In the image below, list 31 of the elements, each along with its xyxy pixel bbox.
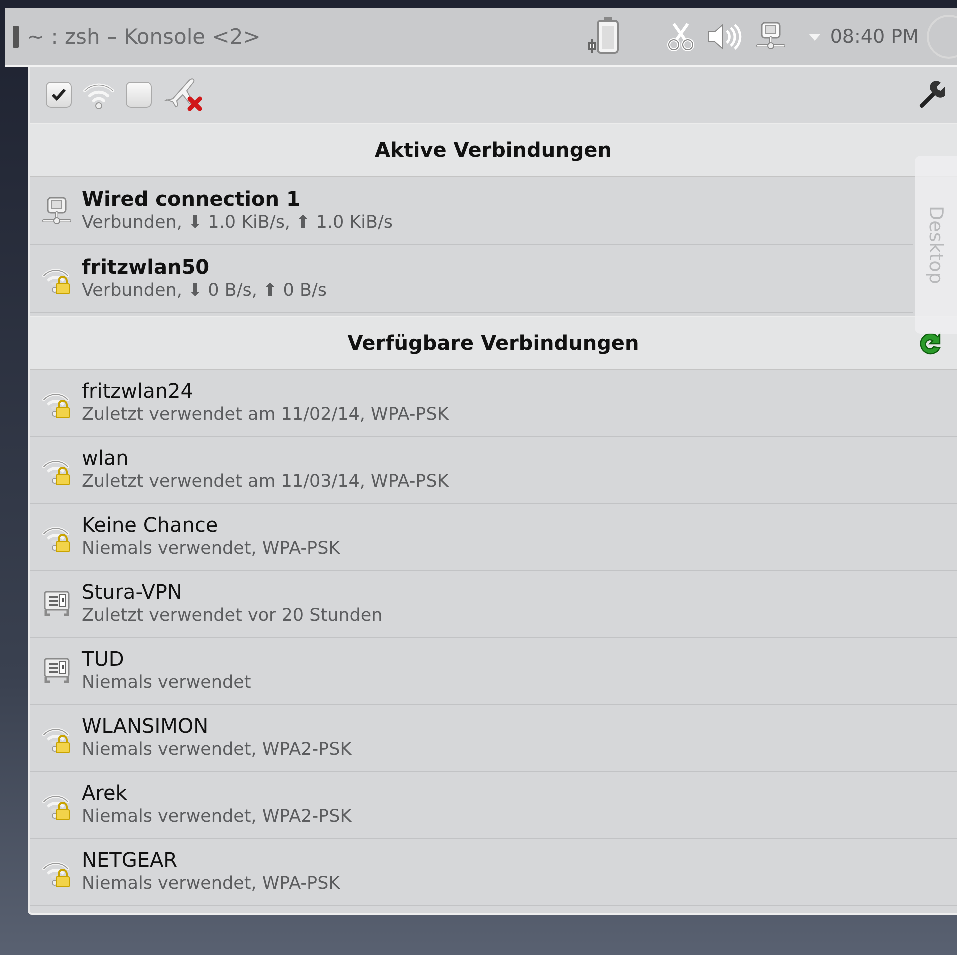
connection-status: Verbunden, ⬇ 1.0 KiB/s, ⬆ 1.0 KiB/s xyxy=(82,212,394,234)
checkbox[interactable] xyxy=(46,82,72,108)
wired-network-icon xyxy=(42,194,72,226)
connection-status: Zuletzt verwendet vor 20 Stunden xyxy=(82,605,383,628)
connection-status: Zuletzt verwendet am 11/02/14, WPA-PSK xyxy=(82,404,449,427)
connection-name: WLANSIMON xyxy=(82,714,210,738)
connection-name: Stura-VPN xyxy=(82,580,184,604)
connection-status: Verbunden, ⬇ 0 B/s, ⬆ 0 B/s xyxy=(82,280,327,302)
connection-status: Niemals verwendet, WPA-PSK xyxy=(82,873,340,896)
section-title: Verfügbare Verbindungen xyxy=(348,331,640,355)
section-title: Aktive Verbindungen xyxy=(375,138,612,162)
connection-name: fritzwlan24 xyxy=(82,379,194,403)
wrench-icon[interactable] xyxy=(919,81,945,109)
connection-name: NETGEAR xyxy=(82,848,179,872)
connection-name: Keine Chance xyxy=(82,513,220,537)
refresh-icon[interactable] xyxy=(917,331,943,357)
connection-status: Niemals verwendet xyxy=(82,672,252,695)
checkmark-icon xyxy=(51,88,67,102)
clock-text[interactable]: 08:40 PM xyxy=(830,26,919,48)
connection-status: Zuletzt verwendet am 11/03/14, WPA-PSK xyxy=(82,471,449,494)
checkbox[interactable] xyxy=(126,82,152,108)
connection-status: Niemals verwendet, WPA-PSK xyxy=(82,538,340,561)
window-icon xyxy=(13,26,19,48)
connection-status: Niemals verwendet, WPA2-PSK xyxy=(82,739,352,762)
connection-name: TUD xyxy=(82,647,126,671)
connection-name: Wired connection 1 xyxy=(82,186,302,210)
scissors-icon[interactable] xyxy=(666,20,696,52)
connection-name: Arek xyxy=(82,781,128,805)
connection-name: wlan xyxy=(82,446,130,470)
connection-status: Niemals verwendet, WPA2-PSK xyxy=(82,806,352,829)
connection-name: fritzwlan50 xyxy=(82,254,211,278)
